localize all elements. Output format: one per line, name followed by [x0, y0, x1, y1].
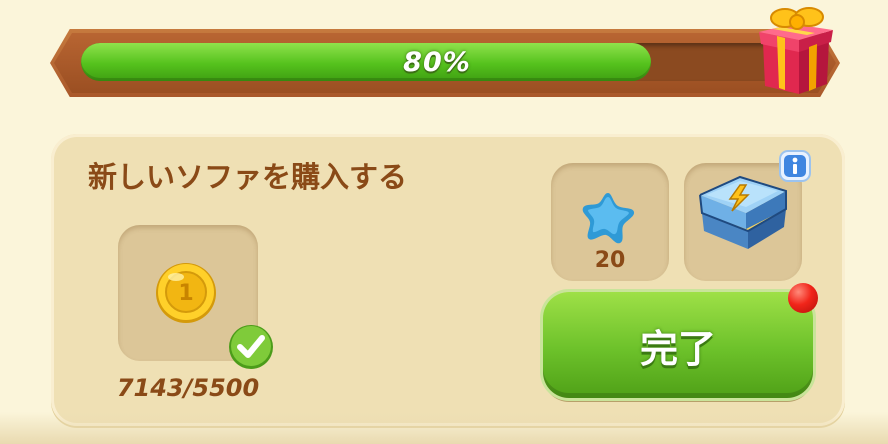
complete-button[interactable]: 完了: [543, 292, 813, 398]
requirement-count: 7143/5500: [116, 374, 260, 402]
star-icon: [582, 193, 635, 244]
coin-icon: 1: [156, 263, 216, 323]
quest-panel: 新しいソファを購入する 1 7143/5500 20 完了: [51, 134, 845, 426]
progress-track: 80%: [81, 43, 793, 81]
quest-title: 新しいソファを購入する: [88, 160, 408, 194]
check-icon: [229, 325, 273, 369]
notification-dot: [788, 283, 818, 313]
svg-text:1: 1: [178, 281, 193, 306]
reward-slot-star: 20: [551, 163, 669, 281]
progress-percent: 80%: [403, 46, 471, 78]
info-icon[interactable]: [778, 149, 812, 183]
bottom-edge: [0, 412, 888, 444]
gift-box-icon[interactable]: [755, 2, 835, 96]
chest-icon: [699, 175, 787, 249]
reward-star-value: 20: [594, 248, 626, 273]
progress-bar: 80%: [50, 29, 840, 97]
